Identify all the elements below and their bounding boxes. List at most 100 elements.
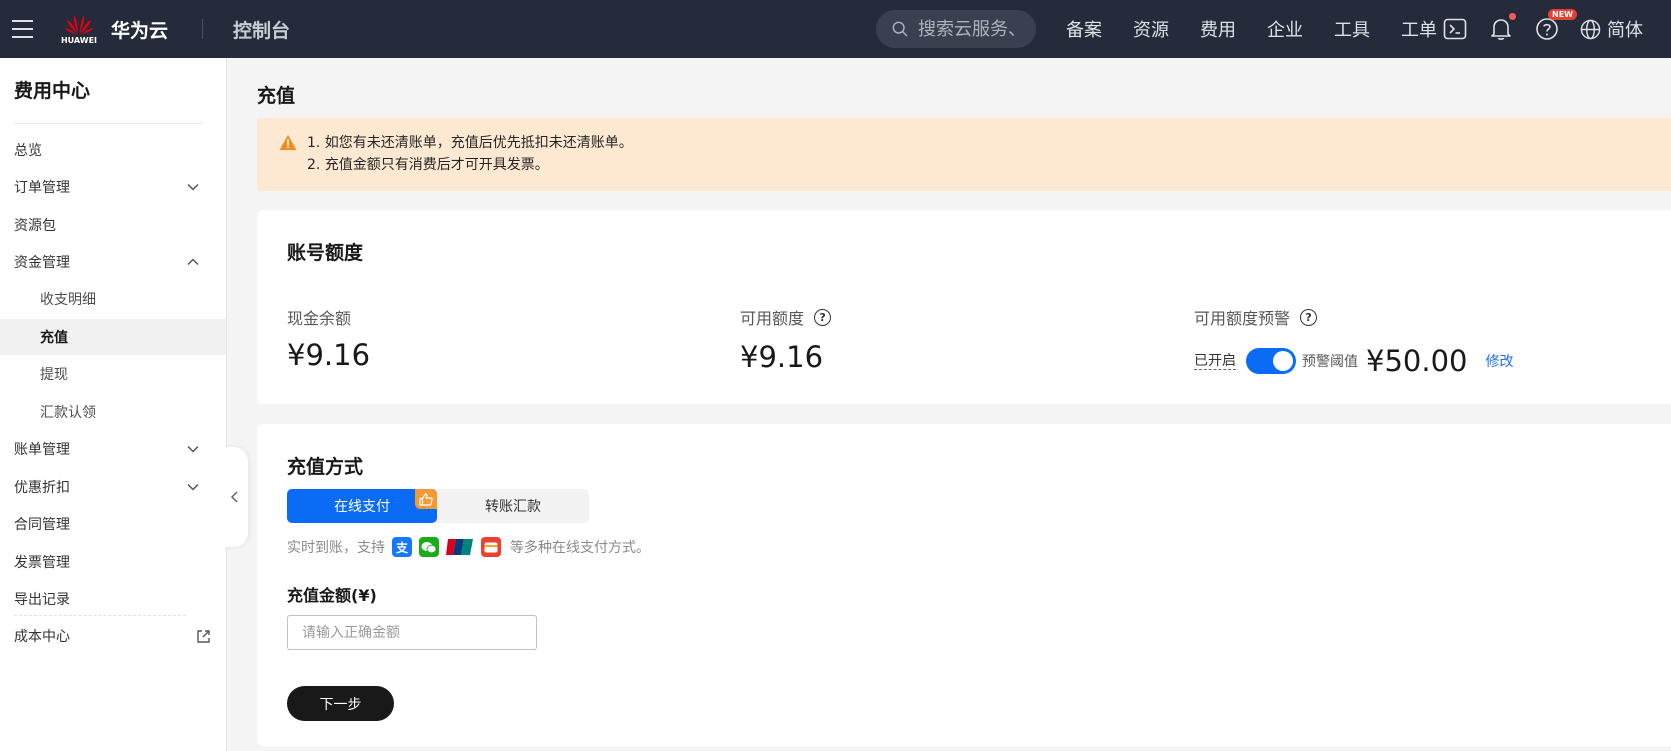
chevron-down-icon — [187, 183, 199, 191]
bell-icon[interactable] — [1488, 13, 1516, 42]
brand-name[interactable]: 华为云 — [111, 16, 168, 43]
cash-balance-label: 现金余额 — [287, 305, 351, 329]
external-link-icon — [197, 630, 210, 643]
account-quota-title: 账号额度 — [287, 242, 364, 264]
top-icon-group: NEW 简体 — [1442, 0, 1643, 58]
huawei-logo[interactable]: HUAWEI — [60, 13, 98, 45]
sidebar-item-transactions[interactable]: 收支明细 — [0, 281, 226, 317]
sidebar-item-funds[interactable]: 资金管理 — [0, 244, 226, 280]
question-icon[interactable]: ? — [814, 308, 832, 326]
top-navigation-bar: HUAWEI 华为云 控制台 备案 资源 费用 企业 工具 工单 — [0, 0, 1671, 58]
chevron-down-icon — [187, 445, 199, 453]
sidebar-item-bills[interactable]: 账单管理 — [0, 431, 226, 467]
sidebar-item-label: 提现 — [40, 367, 68, 383]
sidebar-item-remittance-claim[interactable]: 汇款认领 — [0, 394, 226, 430]
nav-item-resources[interactable]: 资源 — [1133, 16, 1169, 42]
sidebar-item-overview[interactable]: 总览 — [0, 132, 226, 168]
sidebar-collapse-button[interactable] — [222, 447, 248, 547]
sidebar-item-label: 总览 — [14, 143, 42, 159]
payment-desc-prefix: 实时到账，支持 — [287, 540, 385, 556]
alert-status[interactable]: 已开启 — [1194, 353, 1236, 370]
search-box[interactable] — [876, 10, 1036, 48]
terminal-icon[interactable] — [1442, 16, 1468, 42]
available-quota-label-text: 可用额度 — [740, 309, 805, 328]
alipay-icon: 支 — [392, 537, 412, 557]
huawei-flower-icon — [64, 15, 94, 35]
nav-item-tickets[interactable]: 工单 — [1401, 16, 1437, 42]
console-link[interactable]: 控制台 — [233, 16, 290, 43]
sidebar-item-label: 资源包 — [14, 218, 56, 234]
topbar-divider — [202, 19, 204, 39]
sidebar-item-resource-packages[interactable]: 资源包 — [0, 207, 226, 243]
payment-description: 实时到账，支持 支 等多种在线支付方式。 — [287, 537, 650, 557]
language-label: 简体 — [1607, 20, 1643, 41]
sidebar-item-orders[interactable]: 订单管理 — [0, 169, 226, 205]
quota-alert-label: 可用额度预警 ? — [1194, 305, 1318, 329]
cash-balance-label-text: 现金余额 — [287, 309, 352, 328]
notice-line: 2. 充值金额只有消费后才可开具发票。 — [307, 157, 549, 173]
amount-input[interactable] — [287, 615, 537, 650]
sidebar-item-label: 账单管理 — [14, 442, 70, 458]
wechat-pay-icon — [419, 537, 439, 557]
available-quota-label: 可用额度 ? — [740, 305, 832, 329]
sidebar-item-label: 优惠折扣 — [14, 480, 70, 496]
sidebar-item-label: 导出记录 — [14, 592, 70, 608]
tab-label: 转账汇款 — [485, 499, 541, 515]
chevron-down-icon — [187, 483, 199, 491]
sidebar-item-invoices[interactable]: 发票管理 — [0, 544, 226, 580]
sidebar-divider — [14, 123, 204, 124]
nav-item-billing[interactable]: 费用 — [1200, 16, 1236, 42]
sidebar-item-export-records[interactable]: 导出记录 — [0, 581, 226, 617]
sidebar: 费用中心 总览 订单管理 资源包 资金管理 收支明细 充值 提现 汇款认领 账单… — [0, 58, 227, 751]
notice-line: 1. 如您有未还清账单，充值后优先抵扣未还清账单。 — [307, 135, 633, 151]
nav-item-filing[interactable]: 备案 — [1066, 16, 1102, 42]
payment-tabs: 在线支付 转账汇款 — [287, 489, 589, 523]
sidebar-item-recharge[interactable]: 充值 — [0, 319, 226, 355]
sidebar-item-withdraw[interactable]: 提现 — [0, 356, 226, 392]
sidebar-item-label: 收支明细 — [40, 292, 96, 308]
account-quota-card: 账号额度 现金余额 ¥9.16 可用额度 ? ¥9.16 可用额度预警 ? 已开… — [257, 210, 1671, 404]
alert-toggle[interactable] — [1246, 348, 1296, 374]
bank-card-icon — [481, 537, 501, 557]
amount-label: 充值金额(¥) — [287, 586, 377, 605]
sidebar-item-contracts[interactable]: 合同管理 — [0, 506, 226, 542]
quota-alert-row: 已开启 预警阈值 ¥50.00 修改 — [1194, 344, 1513, 378]
question-icon[interactable]: ? — [1300, 308, 1318, 326]
help-icon[interactable]: NEW — [1534, 9, 1577, 42]
tab-online-payment[interactable]: 在线支付 — [287, 489, 437, 523]
alert-threshold-label: 预警阈值 — [1302, 354, 1358, 370]
recharge-method-title: 充值方式 — [287, 456, 364, 478]
warning-icon — [279, 135, 297, 150]
sidebar-item-label: 订单管理 — [14, 180, 70, 196]
quota-alert-label-text: 可用额度预警 — [1194, 309, 1291, 328]
notice-banner: 1. 如您有未还清账单，充值后优先抵扣未还清账单。 2. 充值金额只有消费后才可… — [257, 118, 1671, 191]
logo-text: HUAWEI — [60, 36, 98, 45]
sidebar-item-label: 汇款认领 — [40, 405, 96, 421]
top-nav-menu: 备案 资源 费用 企业 工具 工单 — [1066, 0, 1468, 58]
search-input[interactable] — [918, 18, 1036, 40]
nav-item-enterprise[interactable]: 企业 — [1267, 16, 1303, 42]
sidebar-item-label: 资金管理 — [14, 255, 70, 271]
available-quota-value: ¥9.16 — [740, 340, 824, 374]
notification-dot — [1509, 13, 1516, 20]
nav-item-tools[interactable]: 工具 — [1334, 16, 1370, 42]
sidebar-title: 费用中心 — [14, 80, 91, 102]
language-switch[interactable]: 简体 — [1580, 16, 1643, 42]
tab-label: 在线支付 — [334, 499, 390, 515]
toggle-knob — [1273, 351, 1293, 371]
sidebar-item-label: 合同管理 — [14, 517, 70, 533]
cash-balance-value: ¥9.16 — [287, 338, 371, 372]
new-badge: NEW — [1548, 9, 1577, 20]
sidebar-item-label: 充值 — [40, 330, 68, 346]
sidebar-item-cost-center[interactable]: 成本中心 — [0, 618, 226, 654]
globe-icon — [1580, 19, 1601, 39]
menu-icon[interactable] — [4, 11, 40, 47]
chevron-left-icon — [230, 491, 238, 503]
sidebar-item-label: 发票管理 — [14, 555, 70, 571]
tab-bank-transfer[interactable]: 转账汇款 — [437, 489, 589, 523]
edit-threshold-link[interactable]: 修改 — [1485, 351, 1513, 371]
thumbs-up-icon — [415, 489, 437, 509]
sidebar-item-discounts[interactable]: 优惠折扣 — [0, 469, 226, 505]
chevron-up-icon — [187, 258, 199, 266]
next-step-button[interactable]: 下一步 — [287, 686, 394, 721]
